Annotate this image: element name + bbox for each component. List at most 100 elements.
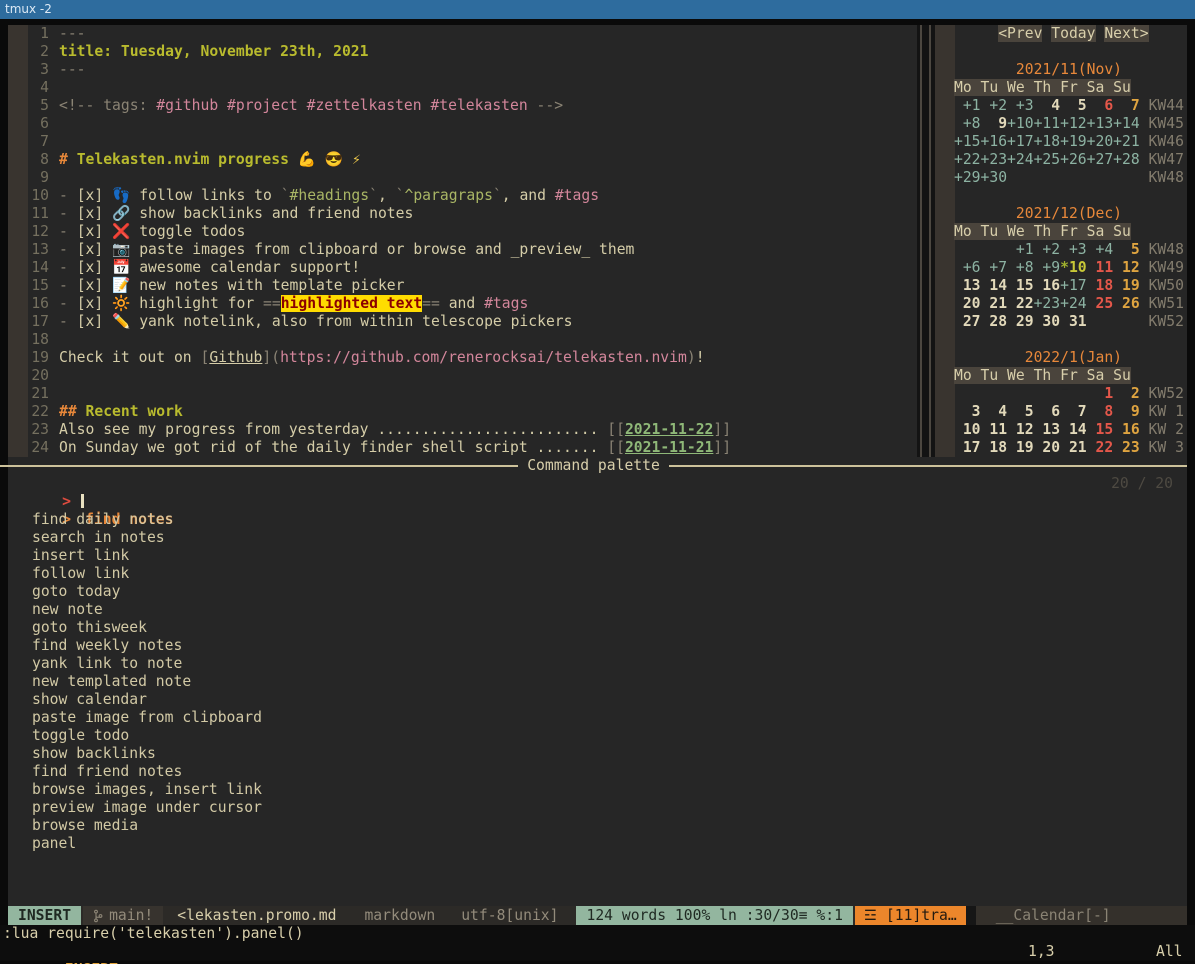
next-button[interactable]: Next> bbox=[1104, 25, 1148, 42]
palette-prompt-input[interactable]: > 20 / 20 bbox=[0, 475, 1195, 493]
palette-item-selected[interactable]: >find notes bbox=[0, 493, 1195, 511]
tag-link[interactable]: #tags bbox=[555, 187, 599, 204]
github-link[interactable]: Github bbox=[209, 349, 262, 366]
text-segment bbox=[1140, 421, 1149, 438]
calendar-days[interactable]: 12 bbox=[1113, 259, 1140, 276]
palette-item[interactable]: goto thisweek bbox=[0, 619, 1195, 637]
today-button[interactable]: Today bbox=[1051, 25, 1095, 42]
palette-item[interactable]: goto today bbox=[0, 583, 1195, 601]
calendar-days[interactable]: 8 bbox=[1087, 403, 1114, 420]
calendar-days[interactable]: 20 21 22 bbox=[954, 295, 1034, 312]
calendar-days[interactable]: 5 bbox=[1113, 241, 1140, 258]
palette-item[interactable]: insert link bbox=[0, 547, 1195, 565]
calendar-days[interactable]: 2 bbox=[1113, 385, 1140, 402]
calendar-days[interactable]: +6 +7 +8 +9 bbox=[954, 259, 1060, 276]
calendar-days[interactable]: +23+24 bbox=[1034, 295, 1087, 312]
calendar-days[interactable]: +17 bbox=[1060, 277, 1087, 294]
calendar-days[interactable]: 19 bbox=[1113, 277, 1140, 294]
line-number: 23 bbox=[28, 421, 49, 439]
calendar-fold-column bbox=[935, 25, 955, 457]
palette-item[interactable]: new templated note bbox=[0, 673, 1195, 691]
calendar-days[interactable]: 3 4 5 6 7 bbox=[954, 403, 1087, 420]
text-segment bbox=[1140, 133, 1149, 150]
calendar-days[interactable]: 7 bbox=[1113, 97, 1140, 114]
calendar-days[interactable]: 10 11 12 13 14 bbox=[954, 421, 1087, 438]
calendar-row: 27 28 29 30 31 KW52 bbox=[954, 313, 1184, 331]
calendar-days[interactable]: 25 bbox=[1087, 295, 1114, 312]
palette-item[interactable]: show calendar bbox=[0, 691, 1195, 709]
calendar-days[interactable]: 1 bbox=[1087, 385, 1114, 402]
text-segment bbox=[1140, 439, 1149, 456]
tag-link[interactable]: #telekasten bbox=[430, 97, 527, 114]
palette-item[interactable]: browse media bbox=[0, 817, 1195, 835]
palette-item[interactable]: preview image under cursor bbox=[0, 799, 1195, 817]
editor-line: 10- [x] 👣 follow links to `#headings`, `… bbox=[28, 187, 731, 205]
editor-line: 23Also see my progress from yesterday ..… bbox=[28, 421, 731, 439]
calendar-days[interactable]: 27 28 29 30 31 bbox=[954, 313, 1087, 330]
calendar-days[interactable]: 22 bbox=[1087, 439, 1114, 456]
text-segment: [x] bbox=[77, 187, 112, 204]
text-segment: == bbox=[263, 295, 281, 312]
calendar-row: +1 +2 +3 4 5 6 7 KW44 bbox=[954, 97, 1184, 115]
calendar-days[interactable]: 23 bbox=[1113, 439, 1140, 456]
text-segment: #headings bbox=[290, 187, 370, 204]
palette-item[interactable]: browse images, insert link bbox=[0, 781, 1195, 799]
calendar-days[interactable]: 9 bbox=[1113, 403, 1140, 420]
editor-line: 19Check it out on [Github](https://githu… bbox=[28, 349, 731, 367]
wiki-link[interactable]: 2021-11-21 bbox=[625, 439, 713, 456]
palette-item[interactable]: find weekly notes bbox=[0, 637, 1195, 655]
tag-link[interactable]: #project bbox=[227, 97, 298, 114]
palette-item[interactable]: find friend notes bbox=[0, 763, 1195, 781]
prev-button[interactable]: <Prev bbox=[998, 25, 1042, 42]
calendar-days[interactable]: +1 +2 +3 bbox=[954, 97, 1034, 114]
calendar-day-header: Mo Tu We Th Fr Sa Su bbox=[954, 79, 1131, 96]
calendar-days[interactable]: +29+30 bbox=[954, 169, 1007, 186]
tag-link[interactable]: #zettelkasten bbox=[307, 97, 422, 114]
calendar-row: +8 9+10+11+12+13+14 KW45 bbox=[954, 115, 1184, 133]
calendar-days[interactable]: 16 bbox=[1113, 421, 1140, 438]
text-segment bbox=[954, 385, 1087, 402]
palette-item[interactable]: toggle todo bbox=[0, 727, 1195, 745]
palette-item[interactable]: show backlinks bbox=[0, 745, 1195, 763]
wiki-link[interactable]: 2021-11-22 bbox=[625, 421, 713, 438]
palette-item[interactable]: find daily notes bbox=[0, 511, 1195, 529]
text-segment bbox=[954, 241, 1007, 258]
palette-item[interactable]: panel bbox=[0, 835, 1195, 853]
url-link[interactable]: https://github.com/renerocksai/telekaste… bbox=[280, 349, 687, 366]
calendar-days[interactable]: 9 bbox=[981, 115, 1008, 132]
palette-item[interactable]: yank link to note bbox=[0, 655, 1195, 673]
editor-fold-column bbox=[8, 25, 28, 457]
text-segment: - bbox=[59, 313, 77, 330]
calendar-days[interactable]: +1 +2 +3 +4 bbox=[1007, 241, 1113, 258]
calendar-day-today[interactable]: 10 bbox=[1069, 259, 1087, 276]
tag-link[interactable]: #github bbox=[156, 97, 218, 114]
calendar-week-number: KW45 bbox=[1149, 115, 1184, 132]
text-segment: ^paragraps bbox=[405, 187, 493, 204]
palette-item[interactable]: follow link bbox=[0, 565, 1195, 583]
calendar-days[interactable]: 11 bbox=[1087, 259, 1114, 276]
text-segment bbox=[954, 205, 1016, 222]
calendar-days[interactable]: 6 bbox=[1087, 97, 1114, 114]
text-segment: toggle todos bbox=[130, 223, 245, 240]
palette-item[interactable]: search in notes bbox=[0, 529, 1195, 547]
calendar-days[interactable]: 18 bbox=[1087, 277, 1114, 294]
text-segment: ......................... bbox=[377, 421, 598, 438]
calendar-week-number: KW49 bbox=[1149, 259, 1184, 276]
calendar-days[interactable]: +10+11+12+13+14 bbox=[1007, 115, 1140, 132]
calendar-days[interactable]: +8 bbox=[954, 115, 981, 132]
calendar-days[interactable]: +15+16+17+18+19+20+21 bbox=[954, 133, 1140, 150]
calendar-today-marker[interactable]: * bbox=[1060, 259, 1069, 276]
calendar-row: 3 4 5 6 7 8 9 KW 1 bbox=[954, 403, 1184, 421]
text-segment bbox=[954, 61, 1016, 78]
palette-item[interactable]: new note bbox=[0, 601, 1195, 619]
command-line[interactable]: :lua require('telekasten').panel() bbox=[0, 925, 1195, 943]
tag-link[interactable]: #tags bbox=[484, 295, 528, 312]
calendar-days[interactable]: 13 14 15 16 bbox=[954, 277, 1060, 294]
calendar-days[interactable]: 15 bbox=[1087, 421, 1114, 438]
calendar-days[interactable]: 4 5 bbox=[1034, 97, 1087, 114]
palette-item[interactable]: paste image from clipboard bbox=[0, 709, 1195, 727]
calendar-days[interactable]: 26 bbox=[1113, 295, 1140, 312]
encoding: utf-8[unix] bbox=[449, 906, 570, 925]
calendar-days[interactable]: 17 18 19 20 21 bbox=[954, 439, 1087, 456]
calendar-days[interactable]: +22+23+24+25+26+27+28 bbox=[954, 151, 1140, 168]
